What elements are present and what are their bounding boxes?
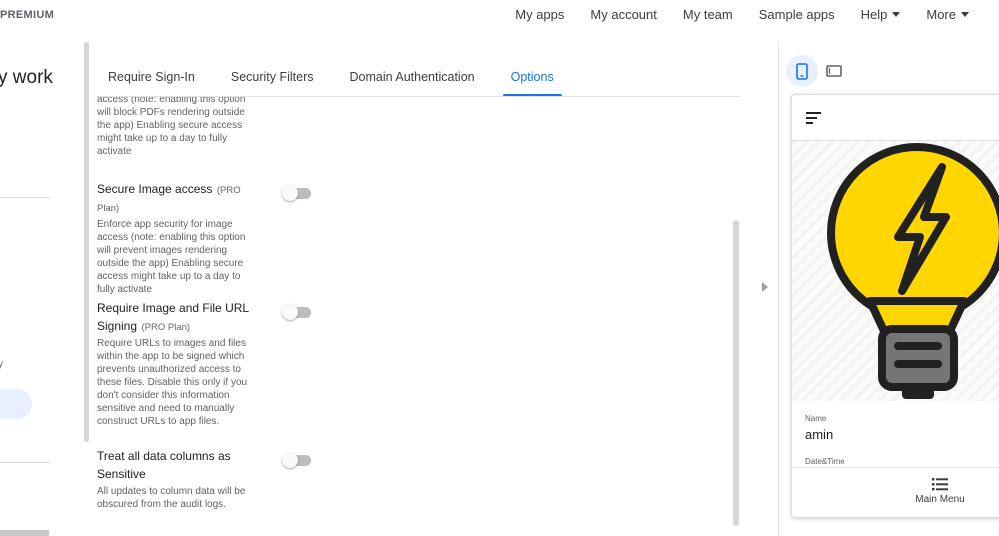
security-tabs: Require Sign-In Security Filters Domain … xyxy=(108,70,590,96)
left-divider xyxy=(0,197,50,198)
nav-more-label: More xyxy=(926,7,956,22)
app-footer-nav: Main Menu xyxy=(792,467,999,517)
left-panel-footer xyxy=(0,530,49,536)
nav-my-account[interactable]: My account xyxy=(590,7,656,22)
tab-require-sign-in[interactable]: Require Sign-In xyxy=(108,70,195,96)
url-signing-toggle[interactable] xyxy=(282,304,311,320)
plan-badge: (PRO Plan) xyxy=(141,322,191,333)
left-scrollbar[interactable] xyxy=(84,42,89,442)
setting-sensitive-columns: Treat all data columns as Sensitive All … xyxy=(97,447,327,511)
nav-more[interactable]: More xyxy=(926,7,969,22)
left-panel-text: y xyxy=(0,359,3,370)
top-bar: PREMIUM My apps My account My team Sampl… xyxy=(0,0,999,30)
left-panel-title: y work xyxy=(0,67,53,88)
secure-image-access-toggle[interactable] xyxy=(282,185,311,201)
tab-domain-authentication[interactable]: Domain Authentication xyxy=(350,70,475,96)
nav-my-team[interactable]: My team xyxy=(683,7,733,22)
main-menu-label: Main Menu xyxy=(915,494,965,505)
lightbulb-icon xyxy=(827,143,999,399)
setting-description: access (note: enabling this option will … xyxy=(97,97,246,157)
list-icon xyxy=(932,478,948,491)
setting-description: Enforce app security for image access (n… xyxy=(97,219,246,295)
chevron-right-icon[interactable] xyxy=(762,282,768,292)
toggle-knob xyxy=(282,185,298,201)
setting-secure-image-access: Secure Image access (PRO Plan) Enforce a… xyxy=(97,180,327,296)
setting-description: Require URLs to images and files within … xyxy=(97,338,248,427)
setting-title: Secure Image access xyxy=(97,182,213,196)
toggle-knob xyxy=(282,304,298,320)
tablet-preview-button[interactable] xyxy=(818,55,850,87)
main-menu-button[interactable]: Main Menu xyxy=(910,478,970,505)
tablet-icon xyxy=(826,65,842,77)
setting-title: Treat all data columns as Sensitive xyxy=(97,449,231,481)
app-preview-phone: Name amin Date&Time Main Menu xyxy=(791,94,999,518)
app-header xyxy=(792,95,999,141)
tab-security-filters[interactable]: Security Filters xyxy=(231,70,314,96)
setting-secure-pdf-access: access (note: enabling this option will … xyxy=(97,97,257,158)
top-nav: My apps My account My team Sample apps H… xyxy=(515,7,969,22)
mobile-preview-button[interactable] xyxy=(786,55,818,87)
smartphone-icon xyxy=(796,62,808,80)
chevron-down-icon xyxy=(892,12,901,17)
options-settings-list: access (note: enabling this option will … xyxy=(97,97,737,536)
toggle-knob xyxy=(282,452,298,468)
hero-image xyxy=(792,141,999,401)
sort-menu-icon[interactable] xyxy=(806,112,821,124)
field-label-datetime: Date&Time xyxy=(805,457,845,466)
setting-url-signing: Require Image and File URL Signing (PRO … xyxy=(97,299,327,428)
field-label-name: Name xyxy=(805,414,827,423)
nav-help[interactable]: Help xyxy=(861,7,901,22)
setting-description: All updates to column data will be obscu… xyxy=(97,486,246,510)
field-value-name: amin xyxy=(805,427,834,442)
preview-divider xyxy=(778,42,779,536)
chevron-down-icon xyxy=(961,12,969,17)
tab-options[interactable]: Options xyxy=(502,70,562,96)
left-divider xyxy=(0,462,50,463)
left-nav-selected-item[interactable] xyxy=(0,389,32,419)
nav-sample-apps[interactable]: Sample apps xyxy=(759,7,835,22)
sensitive-columns-toggle[interactable] xyxy=(282,452,311,468)
nav-help-label: Help xyxy=(860,7,888,22)
settings-scrollbar[interactable] xyxy=(733,220,739,526)
nav-my-apps[interactable]: My apps xyxy=(515,7,564,22)
brand-label: PREMIUM xyxy=(0,9,55,21)
